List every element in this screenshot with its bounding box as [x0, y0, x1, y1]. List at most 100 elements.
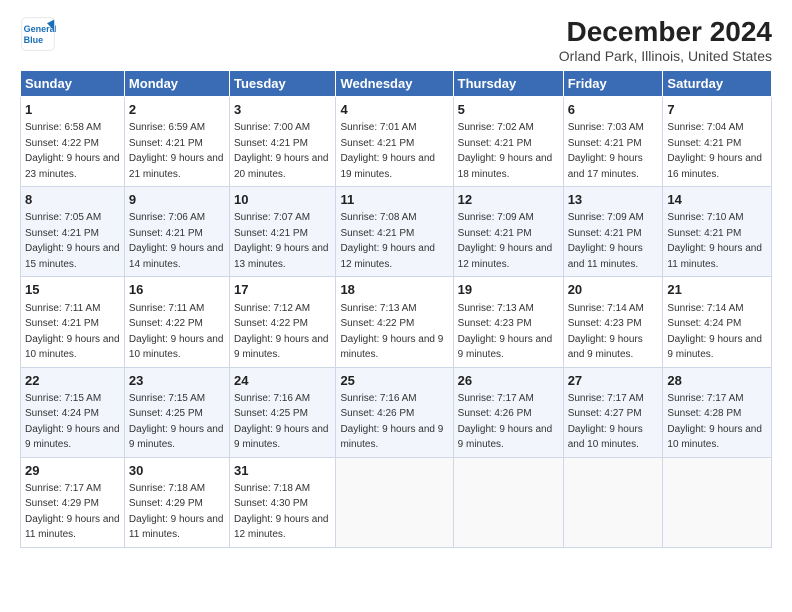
- day-info: Sunrise: 7:08 AMSunset: 4:21 PMDaylight:…: [340, 212, 435, 270]
- day-number: 23: [129, 372, 225, 390]
- day-info: Sunrise: 7:18 AMSunset: 4:29 PMDaylight:…: [129, 483, 224, 541]
- calendar-week-row: 29 Sunrise: 7:17 AMSunset: 4:29 PMDayligh…: [21, 457, 772, 547]
- header: General Blue December 2024 Orland Park, …: [20, 16, 772, 64]
- calendar-cell: 16 Sunrise: 7:11 AMSunset: 4:22 PMDayligh…: [124, 277, 229, 367]
- day-number: 7: [667, 101, 767, 119]
- day-info: Sunrise: 7:01 AMSunset: 4:21 PMDaylight:…: [340, 122, 435, 180]
- calendar-cell: 10 Sunrise: 7:07 AMSunset: 4:21 PMDayligh…: [229, 187, 335, 277]
- day-info: Sunrise: 7:03 AMSunset: 4:21 PMDaylight:…: [568, 122, 644, 180]
- calendar-week-row: 22Sunrise: 7:15 AMSunset: 4:24 PMDayligh…: [21, 367, 772, 457]
- day-info: Sunrise: 7:12 AMSunset: 4:22 PMDaylight:…: [234, 303, 329, 361]
- col-sunday: Sunday: [21, 71, 125, 97]
- calendar-cell: 14 Sunrise: 7:10 AMSunset: 4:21 PMDayligh…: [663, 187, 772, 277]
- day-number: 14: [667, 191, 767, 209]
- day-number: 17: [234, 281, 331, 299]
- calendar-cell: 25 Sunrise: 7:16 AMSunset: 4:26 PMDayligh…: [336, 367, 453, 457]
- col-tuesday: Tuesday: [229, 71, 335, 97]
- calendar-week-row: 15 Sunrise: 7:11 AMSunset: 4:21 PMDayligh…: [21, 277, 772, 367]
- calendar-cell: 20 Sunrise: 7:14 AMSunset: 4:23 PMDayligh…: [563, 277, 663, 367]
- day-info: Sunrise: 7:06 AMSunset: 4:21 PMDaylight:…: [129, 212, 224, 270]
- calendar-header-row: Sunday Monday Tuesday Wednesday Thursday…: [21, 71, 772, 97]
- day-info: Sunrise: 7:14 AMSunset: 4:24 PMDaylight:…: [667, 303, 762, 361]
- day-info: Sunrise: 7:15 AMSunset: 4:24 PMDaylight:…: [25, 393, 120, 451]
- calendar-cell: 31 Sunrise: 7:18 AMSunset: 4:30 PMDayligh…: [229, 457, 335, 547]
- calendar-cell: 24Sunrise: 7:16 AMSunset: 4:25 PMDayligh…: [229, 367, 335, 457]
- calendar-week-row: 1 Sunrise: 6:58 AMSunset: 4:22 PMDaylight…: [21, 97, 772, 187]
- calendar-cell: 6Sunrise: 7:03 AMSunset: 4:21 PMDaylight…: [563, 97, 663, 187]
- logo-icon: General Blue: [20, 16, 56, 52]
- calendar-cell: 4 Sunrise: 7:01 AMSunset: 4:21 PMDaylight…: [336, 97, 453, 187]
- calendar-cell: 28 Sunrise: 7:17 AMSunset: 4:28 PMDayligh…: [663, 367, 772, 457]
- day-number: 1: [25, 101, 120, 119]
- day-info: Sunrise: 7:09 AMSunset: 4:21 PMDaylight:…: [568, 212, 644, 270]
- day-info: Sunrise: 7:10 AMSunset: 4:21 PMDaylight:…: [667, 212, 762, 270]
- day-info: Sunrise: 7:11 AMSunset: 4:21 PMDaylight:…: [25, 303, 120, 361]
- calendar-cell: [663, 457, 772, 547]
- day-info: Sunrise: 7:07 AMSunset: 4:21 PMDaylight:…: [234, 212, 329, 270]
- day-number: 11: [340, 191, 448, 209]
- day-info: Sunrise: 7:17 AMSunset: 4:29 PMDaylight:…: [25, 483, 120, 541]
- calendar-cell: 29 Sunrise: 7:17 AMSunset: 4:29 PMDayligh…: [21, 457, 125, 547]
- day-info: Sunrise: 7:09 AMSunset: 4:21 PMDaylight:…: [458, 212, 553, 270]
- title-block: December 2024 Orland Park, Illinois, Uni…: [559, 16, 772, 64]
- day-info: Sunrise: 7:13 AMSunset: 4:23 PMDaylight:…: [458, 303, 553, 361]
- calendar-table: Sunday Monday Tuesday Wednesday Thursday…: [20, 70, 772, 548]
- day-number: 10: [234, 191, 331, 209]
- page-title: December 2024: [559, 16, 772, 48]
- day-info: Sunrise: 7:16 AMSunset: 4:26 PMDaylight:…: [340, 393, 443, 451]
- day-number: 31: [234, 462, 331, 480]
- day-number: 21: [667, 281, 767, 299]
- calendar-cell: 18 Sunrise: 7:13 AMSunset: 4:22 PMDayligh…: [336, 277, 453, 367]
- day-number: 15: [25, 281, 120, 299]
- day-info: Sunrise: 7:15 AMSunset: 4:25 PMDaylight:…: [129, 393, 224, 451]
- day-info: Sunrise: 6:58 AMSunset: 4:22 PMDaylight:…: [25, 122, 120, 180]
- day-number: 5: [458, 101, 559, 119]
- day-number: 9: [129, 191, 225, 209]
- calendar-cell: 13Sunrise: 7:09 AMSunset: 4:21 PMDayligh…: [563, 187, 663, 277]
- calendar-cell: 1 Sunrise: 6:58 AMSunset: 4:22 PMDaylight…: [21, 97, 125, 187]
- day-info: Sunrise: 7:17 AMSunset: 4:26 PMDaylight:…: [458, 393, 553, 451]
- col-thursday: Thursday: [453, 71, 563, 97]
- calendar-week-row: 8Sunrise: 7:05 AMSunset: 4:21 PMDaylight…: [21, 187, 772, 277]
- day-number: 26: [458, 372, 559, 390]
- day-info: Sunrise: 7:17 AMSunset: 4:27 PMDaylight:…: [568, 393, 644, 451]
- day-number: 18: [340, 281, 448, 299]
- calendar-cell: 3 Sunrise: 7:00 AMSunset: 4:21 PMDaylight…: [229, 97, 335, 187]
- calendar-cell: [453, 457, 563, 547]
- logo: General Blue: [20, 16, 56, 52]
- day-number: 8: [25, 191, 120, 209]
- day-info: Sunrise: 7:18 AMSunset: 4:30 PMDaylight:…: [234, 483, 329, 541]
- calendar-cell: 21 Sunrise: 7:14 AMSunset: 4:24 PMDayligh…: [663, 277, 772, 367]
- calendar-cell: 12Sunrise: 7:09 AMSunset: 4:21 PMDayligh…: [453, 187, 563, 277]
- day-info: Sunrise: 7:17 AMSunset: 4:28 PMDaylight:…: [667, 393, 762, 451]
- calendar-cell: 19 Sunrise: 7:13 AMSunset: 4:23 PMDayligh…: [453, 277, 563, 367]
- day-number: 27: [568, 372, 659, 390]
- day-info: Sunrise: 7:16 AMSunset: 4:25 PMDaylight:…: [234, 393, 329, 451]
- day-info: Sunrise: 7:14 AMSunset: 4:23 PMDaylight:…: [568, 303, 644, 361]
- calendar-cell: 23 Sunrise: 7:15 AMSunset: 4:25 PMDayligh…: [124, 367, 229, 457]
- day-number: 16: [129, 281, 225, 299]
- day-info: Sunrise: 7:00 AMSunset: 4:21 PMDaylight:…: [234, 122, 329, 180]
- calendar-cell: 30 Sunrise: 7:18 AMSunset: 4:29 PMDayligh…: [124, 457, 229, 547]
- calendar-cell: 22Sunrise: 7:15 AMSunset: 4:24 PMDayligh…: [21, 367, 125, 457]
- day-number: 20: [568, 281, 659, 299]
- calendar-cell: 17 Sunrise: 7:12 AMSunset: 4:22 PMDayligh…: [229, 277, 335, 367]
- day-number: 2: [129, 101, 225, 119]
- page: General Blue December 2024 Orland Park, …: [0, 0, 792, 612]
- calendar-cell: 26 Sunrise: 7:17 AMSunset: 4:26 PMDayligh…: [453, 367, 563, 457]
- day-info: Sunrise: 7:13 AMSunset: 4:22 PMDaylight:…: [340, 303, 443, 361]
- day-number: 25: [340, 372, 448, 390]
- day-number: 19: [458, 281, 559, 299]
- day-number: 28: [667, 372, 767, 390]
- day-number: 30: [129, 462, 225, 480]
- calendar-cell: 8Sunrise: 7:05 AMSunset: 4:21 PMDaylight…: [21, 187, 125, 277]
- col-friday: Friday: [563, 71, 663, 97]
- day-info: Sunrise: 7:02 AMSunset: 4:21 PMDaylight:…: [458, 122, 553, 180]
- day-info: Sunrise: 7:11 AMSunset: 4:22 PMDaylight:…: [129, 303, 224, 361]
- col-monday: Monday: [124, 71, 229, 97]
- day-info: Sunrise: 7:04 AMSunset: 4:21 PMDaylight:…: [667, 122, 762, 180]
- day-number: 4: [340, 101, 448, 119]
- day-number: 3: [234, 101, 331, 119]
- calendar-cell: 7 Sunrise: 7:04 AMSunset: 4:21 PMDaylight…: [663, 97, 772, 187]
- day-number: 29: [25, 462, 120, 480]
